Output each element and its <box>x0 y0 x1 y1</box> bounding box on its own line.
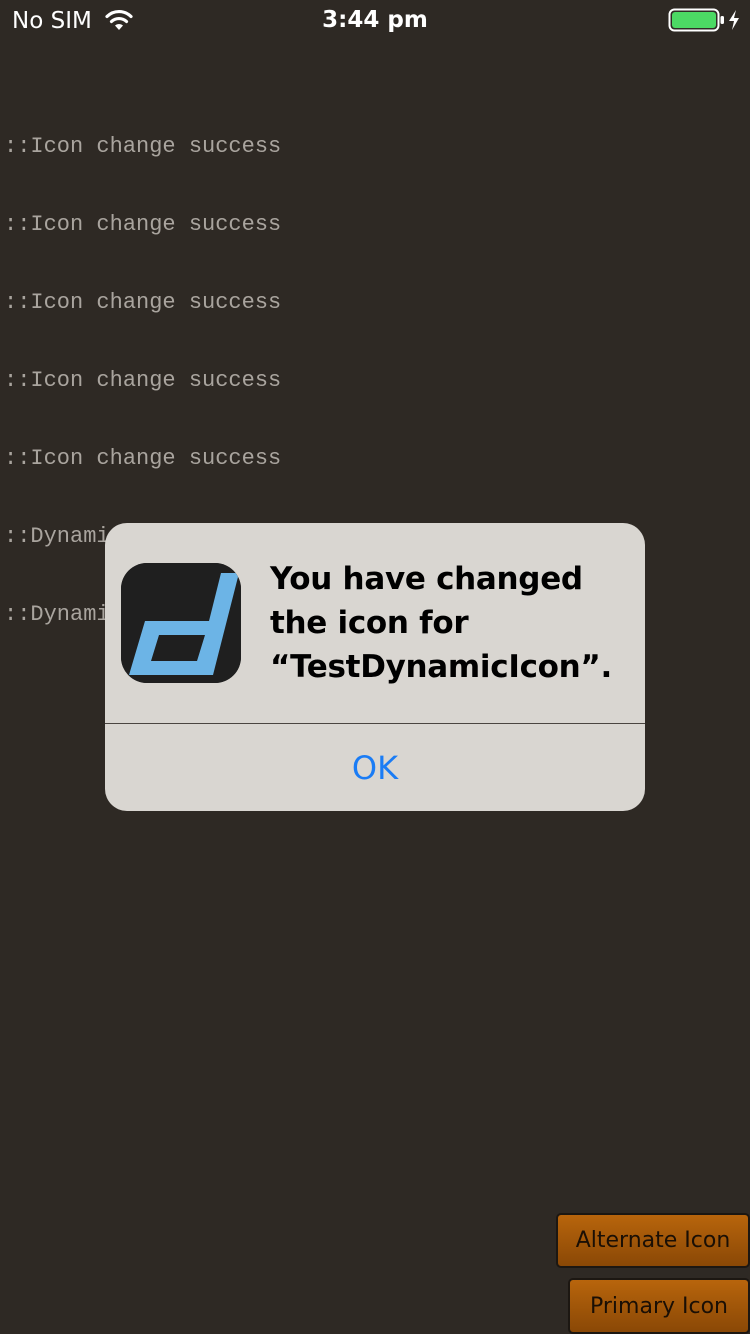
log-line: ::Icon change success <box>4 446 282 471</box>
log-line: ::Icon change success <box>4 134 282 159</box>
status-time: 3:44 pm <box>322 7 428 33</box>
log-line: ::Icon change success <box>4 212 282 237</box>
log-line: ::Icon change success <box>4 368 282 393</box>
status-bar: No SIM 3:44 pm <box>0 0 750 40</box>
log-line: ::Icon change success <box>4 290 282 315</box>
primary-icon-button[interactable]: Primary Icon <box>568 1278 750 1334</box>
battery-icon <box>668 8 726 32</box>
icon-changed-alert: You have changed the icon for “TestDynam… <box>105 523 645 811</box>
app-logo-icon <box>121 563 241 683</box>
charging-bolt-icon <box>727 8 741 32</box>
alert-message: You have changed the icon for “TestDynam… <box>270 561 612 685</box>
ok-button[interactable]: OK <box>105 724 645 811</box>
alternate-icon-button[interactable]: Alternate Icon <box>556 1213 750 1268</box>
